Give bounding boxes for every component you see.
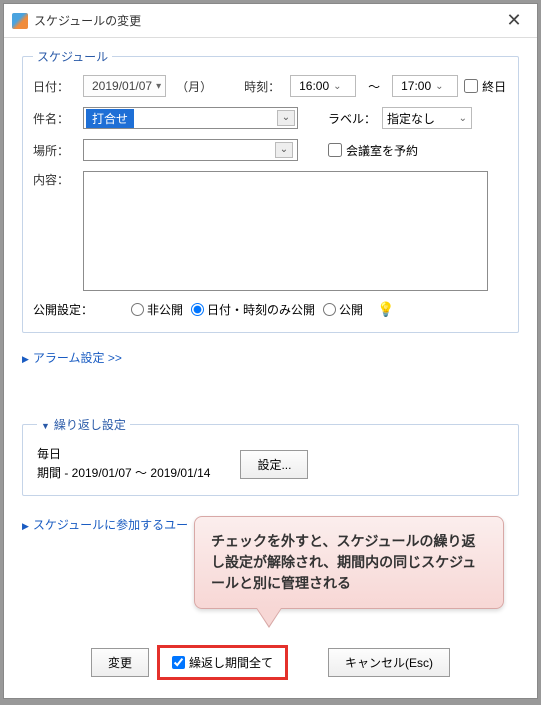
content-textarea[interactable]	[83, 171, 488, 291]
time-end-value: 17:00	[401, 79, 431, 93]
calendar-icon	[12, 13, 28, 29]
allday-input[interactable]	[464, 79, 478, 93]
privacy-label: 公開設定：	[33, 301, 93, 318]
recurrence-period: 期間 - 2019/01/07 ～ 2019/01/14	[37, 464, 210, 483]
recurrence-legend: 繰り返し設定	[37, 416, 130, 433]
label-select[interactable]: 指定なし ⌄	[382, 107, 472, 129]
schedule-dialog: スケジュールの変更 ✕ スケジュール 日付： 2019/01/07 ▾ （月） …	[3, 3, 538, 699]
label-label: ラベル：	[328, 110, 376, 127]
repeat-all-checkbox[interactable]: 繰返し期間全て	[164, 650, 281, 675]
help-balloon: チェックを外すと、スケジュールの繰り返し設定が解除され、期間内の同じスケジュール…	[194, 516, 504, 609]
recurrence-settings-button[interactable]: 設定...	[240, 450, 308, 479]
subject-label: 件名：	[33, 110, 77, 127]
place-label: 場所：	[33, 142, 77, 159]
recurrence-content: 毎日 期間 - 2019/01/07 ～ 2019/01/14 設定...	[37, 445, 504, 483]
button-row: 変更 繰返し期間全て キャンセル(Esc)	[4, 645, 537, 680]
privacy-datetime-radio[interactable]: 日付・時刻のみ公開	[191, 301, 315, 318]
recurrence-freq: 毎日	[37, 445, 210, 464]
window-title: スケジュールの変更	[34, 12, 499, 29]
privacy-radio-group: 非公開 日付・時刻のみ公開 公開 💡	[131, 301, 394, 318]
allday-label: 終日	[482, 78, 506, 95]
schedule-legend: スケジュール	[33, 48, 112, 65]
allday-checkbox[interactable]: 終日	[464, 78, 506, 95]
hint-icon[interactable]: 💡	[377, 301, 394, 318]
reserve-room-label: 会議室を予約	[346, 142, 418, 159]
time-start-select[interactable]: 16:00 ⌄	[290, 75, 356, 97]
privacy-private-radio[interactable]: 非公開	[131, 301, 183, 318]
day-of-week: （月）	[176, 78, 212, 95]
privacy-public-radio[interactable]: 公開	[323, 301, 363, 318]
subject-value: 打合せ	[86, 109, 134, 128]
dropdown-icon: ▾	[156, 81, 161, 92]
titlebar: スケジュールの変更 ✕	[4, 4, 537, 38]
repeat-all-input[interactable]	[172, 656, 185, 669]
dropdown-icon: ⌄	[459, 113, 467, 124]
dropdown-icon[interactable]: ⌄	[277, 110, 295, 126]
dropdown-icon: ⌄	[333, 81, 341, 92]
dropdown-icon: ⌄	[435, 81, 443, 92]
date-label: 日付：	[33, 78, 77, 95]
cancel-button[interactable]: キャンセル(Esc)	[328, 648, 450, 677]
time-separator: ～	[368, 78, 380, 95]
date-picker[interactable]: 2019/01/07 ▾	[83, 75, 166, 97]
time-end-select[interactable]: 17:00 ⌄	[392, 75, 458, 97]
dropdown-icon[interactable]: ⌄	[275, 142, 293, 158]
alarm-settings-link[interactable]: アラーム設定 >>	[22, 349, 519, 366]
schedule-group: スケジュール 日付： 2019/01/07 ▾ （月） 時刻： 16:00 ⌄ …	[22, 48, 519, 333]
subject-input[interactable]: 打合せ ⌄	[83, 107, 298, 129]
place-input[interactable]: ⌄	[83, 139, 298, 161]
repeat-all-label: 繰返し期間全て	[189, 654, 273, 671]
reserve-room-checkbox[interactable]: 会議室を予約	[328, 142, 418, 159]
time-label: 時刻：	[244, 78, 284, 95]
change-button[interactable]: 変更	[91, 648, 149, 677]
repeat-all-highlight: 繰返し期間全て	[157, 645, 288, 680]
label-value: 指定なし	[387, 110, 435, 127]
content-label: 内容：	[33, 171, 77, 188]
date-value: 2019/01/07	[92, 79, 152, 93]
time-start-value: 16:00	[299, 79, 329, 93]
close-icon[interactable]: ✕	[499, 10, 529, 31]
reserve-room-input[interactable]	[328, 143, 342, 157]
recurrence-group: 繰り返し設定 毎日 期間 - 2019/01/07 ～ 2019/01/14 設…	[22, 416, 519, 496]
